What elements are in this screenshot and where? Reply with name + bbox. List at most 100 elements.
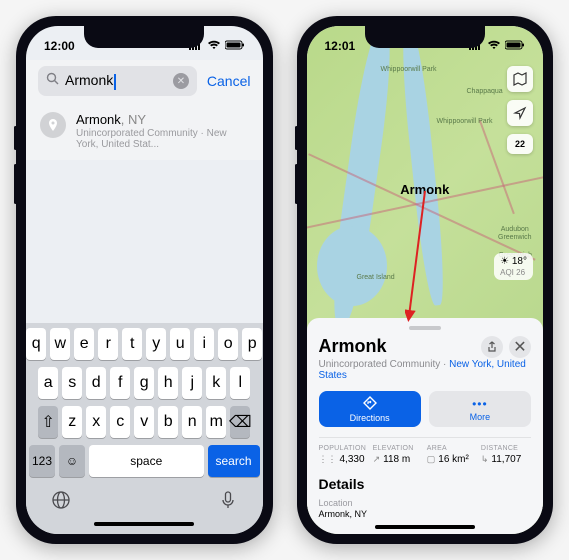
- battery-icon: [225, 39, 245, 53]
- key-c[interactable]: c: [110, 406, 130, 438]
- search-bar: Armonk ✕ Cancel: [26, 60, 263, 102]
- home-indicator[interactable]: [94, 522, 194, 526]
- park-label: Whippoorwill Park: [437, 118, 493, 126]
- key-f[interactable]: f: [110, 367, 130, 399]
- key-p[interactable]: p: [242, 328, 262, 360]
- key-z[interactable]: z: [62, 406, 82, 438]
- key-u[interactable]: u: [170, 328, 190, 360]
- key-123[interactable]: 123: [29, 445, 55, 477]
- wifi-icon: [487, 39, 501, 53]
- weather-widget[interactable]: ☀ 18° AQI 26: [494, 253, 533, 280]
- stat-distance: DISTANCE ↳11,707: [481, 445, 531, 465]
- search-suggestion[interactable]: Armonk, NY Unincorporated Community · Ne…: [26, 102, 263, 160]
- stats-row[interactable]: POPULATION ⋮⋮4,330 ELEVATION ↗118 m AREA…: [319, 437, 532, 472]
- card-title: Armonk: [319, 336, 476, 357]
- detail-location: Location Armonk, NY: [319, 498, 532, 519]
- key-shift[interactable]: ⇧: [38, 406, 58, 438]
- notch: [84, 26, 204, 48]
- notch: [365, 26, 485, 48]
- key-t[interactable]: t: [122, 328, 142, 360]
- key-l[interactable]: l: [230, 367, 250, 399]
- suggestion-name: Armonk: [76, 112, 121, 127]
- screen-left: 12:00 Armonk ✕ Cancel Armonk, NY Unincor…: [26, 26, 263, 534]
- park-label: Great Island: [357, 274, 395, 282]
- stat-area: AREA ▢16 km²: [427, 445, 477, 465]
- locate-button[interactable]: [507, 100, 533, 126]
- directions-label: Directions: [350, 413, 390, 423]
- keyboard-bottom: [29, 484, 260, 519]
- key-y[interactable]: y: [146, 328, 166, 360]
- keyboard: q w e r t y u i o p a s d f g h j k l: [26, 323, 263, 534]
- status-time: 12:01: [325, 39, 356, 53]
- directions-button[interactable]: Directions: [319, 391, 421, 427]
- mic-icon[interactable]: [218, 490, 238, 515]
- details-header: Details: [319, 476, 532, 492]
- key-e[interactable]: e: [74, 328, 94, 360]
- key-h[interactable]: h: [158, 367, 178, 399]
- battery-icon: [505, 39, 525, 53]
- map-mode-button[interactable]: [507, 66, 533, 92]
- route-shield: 22: [507, 134, 533, 154]
- search-text: Armonk: [65, 72, 167, 89]
- key-backspace[interactable]: ⌫: [230, 406, 250, 438]
- close-button[interactable]: ✕: [509, 336, 531, 358]
- park-label: Whippoorwill Park: [381, 66, 437, 74]
- key-w[interactable]: w: [50, 328, 70, 360]
- sheet-handle[interactable]: [409, 326, 441, 330]
- key-row-3: ⇧ z x c v b n m ⌫: [29, 406, 260, 438]
- key-m[interactable]: m: [206, 406, 226, 438]
- suggestion-subtitle: Unincorporated Community · New York, Uni…: [76, 128, 249, 150]
- place-label-small: Chappaqua: [467, 88, 503, 96]
- elevation-icon: ↗: [373, 454, 381, 465]
- more-label: More: [470, 412, 491, 422]
- water: [317, 226, 387, 306]
- pin-icon: [40, 112, 66, 138]
- clear-icon[interactable]: ✕: [173, 73, 189, 89]
- status-time: 12:00: [44, 39, 75, 53]
- search-icon: [46, 72, 59, 90]
- key-a[interactable]: a: [38, 367, 58, 399]
- key-i[interactable]: i: [194, 328, 214, 360]
- key-row-4: 123 ☺ space search: [29, 445, 260, 477]
- search-input[interactable]: Armonk ✕: [38, 66, 197, 96]
- key-d[interactable]: d: [86, 367, 106, 399]
- annotation-arrow: [405, 186, 445, 326]
- distance-icon: ↳: [481, 454, 489, 465]
- key-n[interactable]: n: [182, 406, 202, 438]
- key-space[interactable]: space: [89, 445, 204, 477]
- key-search[interactable]: search: [208, 445, 260, 477]
- stat-elevation: ELEVATION ↗118 m: [373, 445, 423, 465]
- weather-aqi: AQI 26: [500, 268, 527, 277]
- key-o[interactable]: o: [218, 328, 238, 360]
- home-indicator[interactable]: [375, 525, 475, 529]
- key-row-2: a s d f g h j k l: [29, 367, 260, 399]
- key-q[interactable]: q: [26, 328, 46, 360]
- phone-right: 12:01 Whippoorwill Park Chappaqua Whippo…: [297, 16, 554, 544]
- weather-temp: ☀ 18°: [500, 256, 527, 268]
- stat-population: POPULATION ⋮⋮4,330: [319, 445, 369, 465]
- place-card[interactable]: Armonk ✕ Unincorporated Community · New …: [307, 318, 544, 534]
- key-v[interactable]: v: [134, 406, 154, 438]
- card-subtitle: Unincorporated Community · New York, Uni…: [319, 359, 532, 381]
- key-b[interactable]: b: [158, 406, 178, 438]
- key-k[interactable]: k: [206, 367, 226, 399]
- area-icon: ▢: [427, 454, 436, 465]
- key-row-1: q w e r t y u i o p: [29, 328, 260, 360]
- key-g[interactable]: g: [134, 367, 154, 399]
- screen-right: 12:01 Whippoorwill Park Chappaqua Whippo…: [307, 26, 544, 534]
- directions-icon: [363, 396, 377, 412]
- key-x[interactable]: x: [86, 406, 106, 438]
- wifi-icon: [207, 39, 221, 53]
- key-r[interactable]: r: [98, 328, 118, 360]
- suggestion-text: Armonk, NY Unincorporated Community · Ne…: [76, 112, 249, 150]
- more-button[interactable]: ••• More: [429, 391, 531, 427]
- population-icon: ⋮⋮: [319, 454, 337, 465]
- key-j[interactable]: j: [182, 367, 202, 399]
- key-emoji[interactable]: ☺: [59, 445, 85, 477]
- more-icon: •••: [472, 397, 488, 411]
- phone-left: 12:00 Armonk ✕ Cancel Armonk, NY Unincor…: [16, 16, 273, 544]
- key-s[interactable]: s: [62, 367, 82, 399]
- globe-icon[interactable]: [51, 490, 71, 515]
- cancel-button[interactable]: Cancel: [207, 73, 251, 89]
- share-button[interactable]: [481, 336, 503, 358]
